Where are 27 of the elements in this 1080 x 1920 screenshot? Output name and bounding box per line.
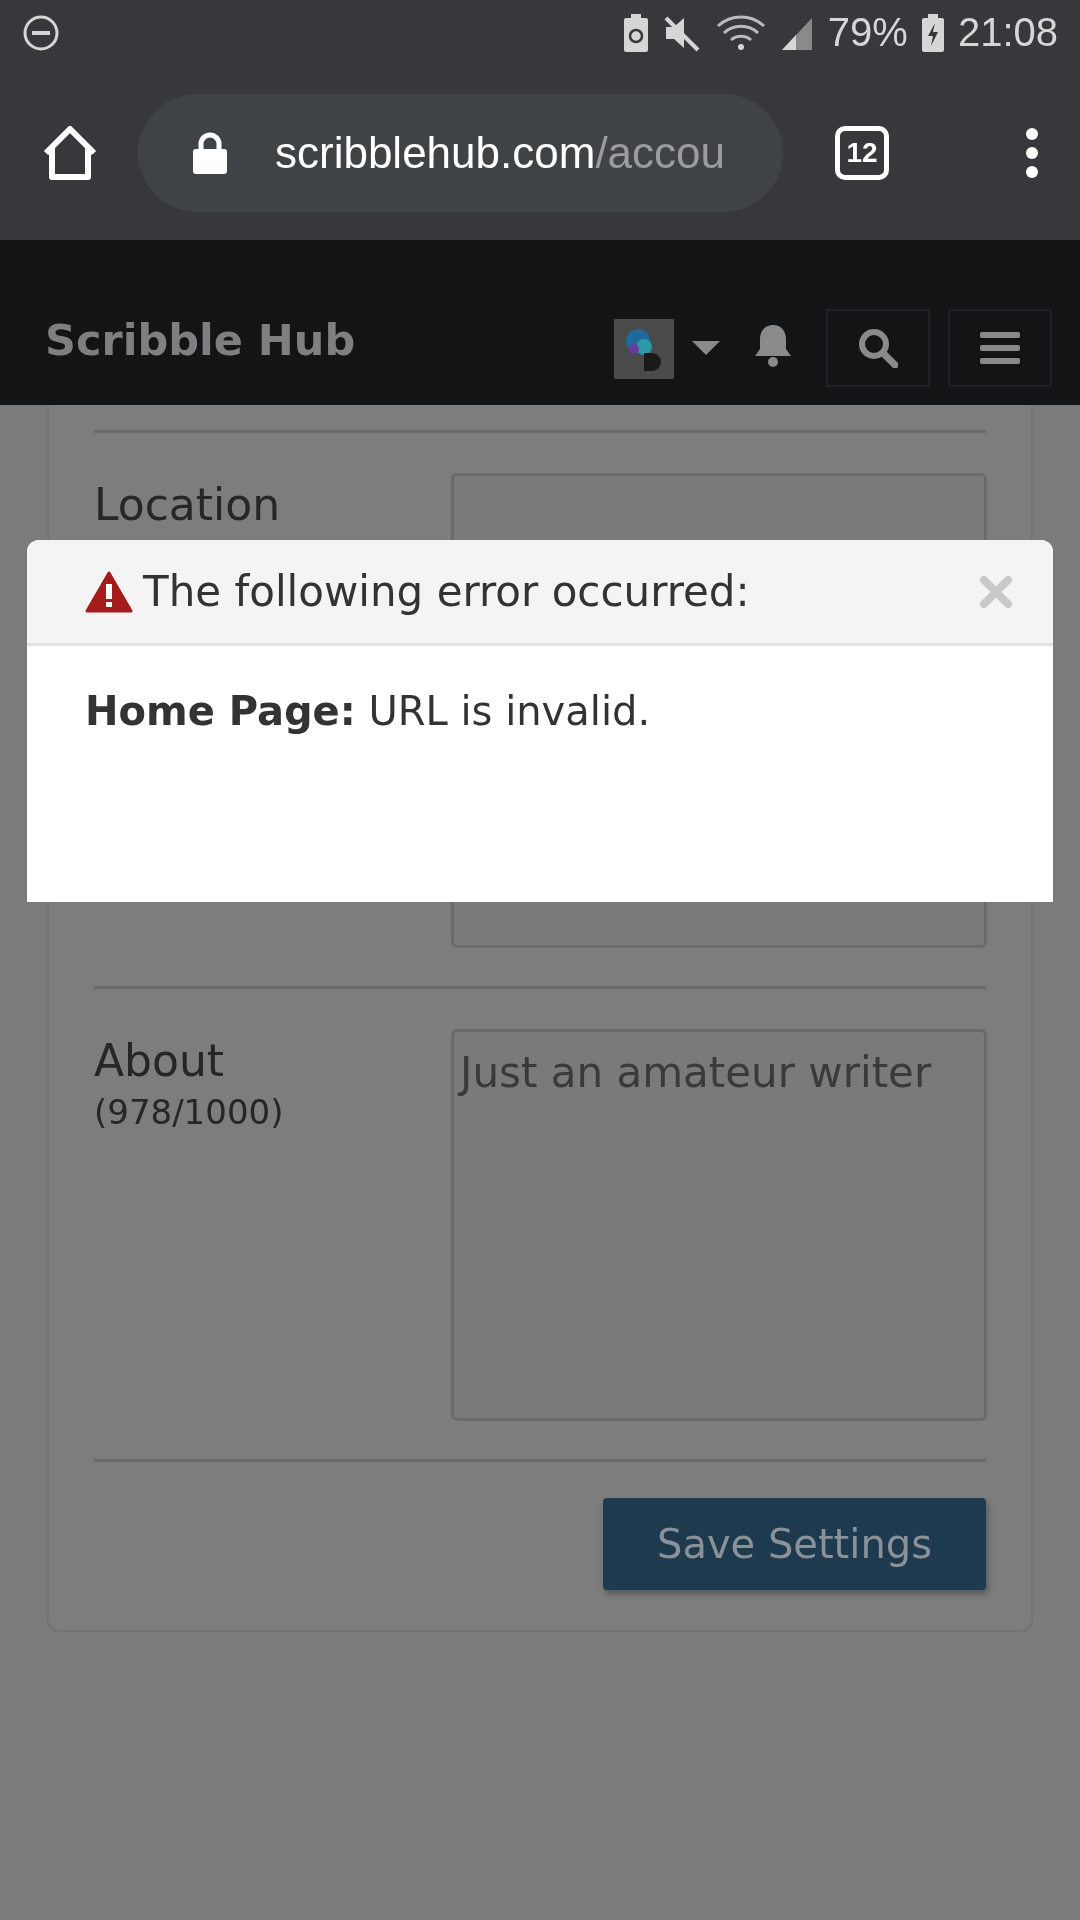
- battery-charging-icon: [921, 13, 944, 52]
- menu-button[interactable]: [948, 309, 1052, 387]
- bell-icon[interactable]: [754, 323, 792, 367]
- field-label: About: [94, 1035, 226, 1086]
- dialog-title: The following error occurred:: [143, 567, 751, 616]
- address-bar[interactable]: scribblehub.com/accou: [138, 93, 783, 212]
- tab-count-button[interactable]: 12: [835, 125, 889, 180]
- search-button[interactable]: [826, 309, 930, 387]
- battery-percent: 79%: [827, 10, 908, 55]
- clock: 21:08: [957, 10, 1058, 55]
- battery-saver-icon: [623, 13, 648, 52]
- menu-icon: [980, 332, 1020, 364]
- field-label: Location: [94, 479, 282, 530]
- caret-down-icon[interactable]: [692, 341, 720, 357]
- error-message: Home Page: URL is invalid.: [85, 688, 651, 734]
- lock-icon: [193, 131, 227, 174]
- warning-icon: [85, 570, 133, 613]
- wifi-icon: [715, 13, 766, 52]
- do-not-disturb-icon: [22, 13, 60, 52]
- search-icon: [858, 328, 898, 368]
- save-settings-button[interactable]: Save Settings: [603, 1498, 986, 1590]
- character-count: (978/1000): [94, 1092, 285, 1132]
- site-title[interactable]: Scribble Hub: [45, 315, 356, 365]
- more-menu-icon[interactable]: [1024, 126, 1040, 179]
- close-icon: [979, 574, 1013, 609]
- about-field[interactable]: Just an amateur writer: [451, 1029, 987, 1421]
- url-text: scribblehub.com/accou: [275, 127, 725, 178]
